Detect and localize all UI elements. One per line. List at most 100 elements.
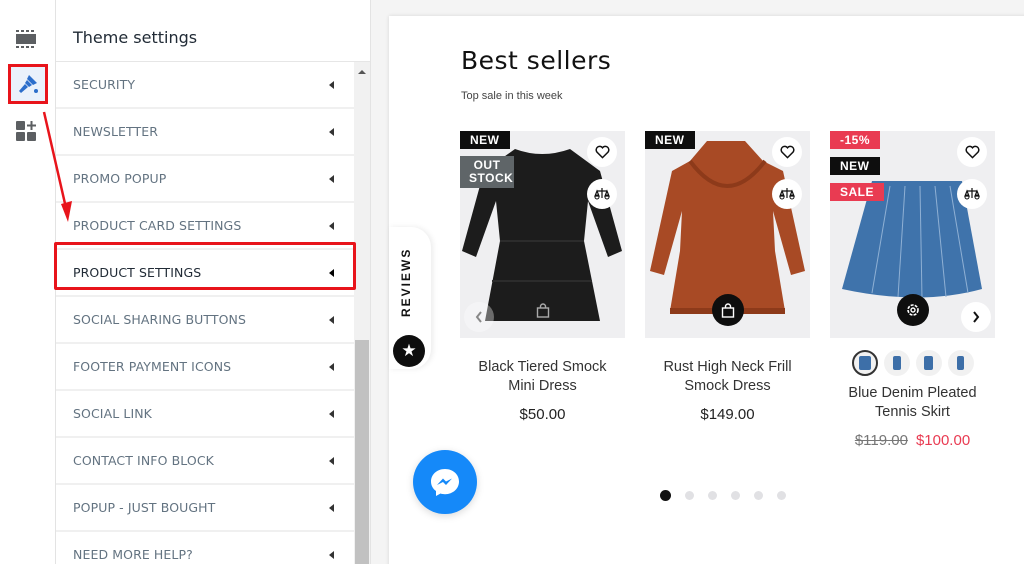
pagination-dot-5[interactable]	[754, 491, 763, 500]
badge-out-stock: OUT STOCK	[460, 156, 514, 188]
carousel-next-button[interactable]	[961, 302, 991, 332]
theme-settings-brush-icon	[19, 75, 38, 93]
product-price: $119.00 $100.00	[830, 432, 995, 449]
settings-item-label: SOCIAL LINK	[73, 406, 152, 421]
swatch-2[interactable]	[883, 350, 910, 376]
settings-item-product-settings[interactable]: PRODUCT SETTINGS	[56, 250, 354, 297]
theme-settings-button[interactable]	[8, 64, 48, 104]
product-card[interactable]: NEW OUT STOCK Black Tiered Smock Mini Dr…	[460, 131, 625, 423]
product-card[interactable]: -15% NEW SALE Blue Denim Pleated Tennis …	[830, 131, 995, 449]
sections-button[interactable]	[11, 24, 41, 54]
caret-left-icon	[329, 550, 334, 559]
settings-item-popup-just-bought[interactable]: POPUP - JUST BOUGHT	[56, 485, 354, 532]
scroll-up-arrow-icon[interactable]	[358, 70, 366, 74]
wishlist-button[interactable]	[772, 137, 802, 167]
section-title: Best sellers	[461, 46, 612, 75]
settings-item-label: PRODUCT CARD SETTINGS	[73, 218, 242, 233]
product-image[interactable]: NEW	[645, 131, 810, 338]
pagination-dot-2[interactable]	[685, 491, 694, 500]
compare-button[interactable]	[957, 179, 987, 209]
settings-item-security[interactable]: SECURITY	[56, 62, 354, 109]
badge-new: NEW	[830, 157, 880, 175]
caret-left-icon	[329, 409, 334, 418]
settings-item-newsletter[interactable]: NEWSLETTER	[56, 109, 354, 156]
caret-left-icon	[329, 80, 334, 89]
heart-icon	[594, 145, 610, 159]
reviews-tab[interactable]: REVIEWS ★	[389, 227, 431, 369]
chevron-right-icon	[973, 311, 980, 323]
settings-item-contact-info-block[interactable]: CONTACT INFO BLOCK	[56, 438, 354, 485]
compare-scale-icon	[964, 188, 980, 200]
badge-out-stock-text: OUT STOCK	[469, 158, 514, 185]
app-embeds-icon	[16, 121, 36, 141]
badge-sale: SALE	[830, 183, 885, 201]
settings-item-label: POPUP - JUST BOUGHT	[73, 500, 216, 515]
bag-icon	[721, 302, 735, 318]
swatch-3[interactable]	[915, 350, 942, 376]
compare-scale-icon	[779, 188, 795, 200]
product-image[interactable]: NEW OUT STOCK	[460, 131, 625, 338]
pagination-dot-3[interactable]	[708, 491, 717, 500]
caret-left-icon	[329, 456, 334, 465]
settings-item-label: SOCIAL SHARING BUTTONS	[73, 312, 247, 327]
sections-icon	[16, 30, 36, 48]
settings-item-product-card-settings[interactable]: PRODUCT CARD SETTINGS	[56, 203, 354, 250]
messenger-icon	[431, 469, 459, 496]
swatch-1[interactable]	[851, 350, 878, 376]
carousel-prev-button[interactable]	[464, 302, 494, 332]
settings-list: SECURITY NEWSLETTER PROMO POPUP PRODUCT …	[56, 62, 354, 564]
product-card[interactable]: NEW Rust High Neck Frill Smock Dress $14…	[645, 131, 810, 423]
settings-item-promo-popup[interactable]: PROMO POPUP	[56, 156, 354, 203]
old-price: $119.00	[854, 432, 908, 449]
settings-item-label: NEWSLETTER	[73, 124, 159, 139]
pagination-dot-1[interactable]	[660, 490, 671, 501]
wishlist-button[interactable]	[957, 137, 987, 167]
select-options-button[interactable]	[897, 294, 929, 326]
settings-item-footer-payment-icons[interactable]: FOOTER PAYMENT ICONS	[56, 344, 354, 391]
caret-left-icon	[329, 174, 334, 183]
storefront-preview: Best sellers Top sale in this week NEW O…	[389, 16, 1024, 564]
badge-new: NEW	[645, 131, 695, 149]
theme-editor: Theme settings SECURITY NEWSLETTER PROMO…	[0, 0, 1024, 564]
product-price: $50.00	[519, 406, 566, 423]
sale-price: $100.00	[915, 432, 971, 449]
bag-icon	[536, 302, 550, 318]
compare-button[interactable]	[587, 179, 617, 209]
product-image[interactable]: -15% NEW SALE	[830, 131, 995, 338]
star-icon: ★	[393, 335, 425, 367]
settings-item-social-sharing-buttons[interactable]: SOCIAL SHARING BUTTONS	[56, 297, 354, 344]
settings-item-label: FOOTER PAYMENT ICONS	[73, 359, 232, 374]
badge-new: NEW	[460, 131, 510, 149]
wishlist-button[interactable]	[587, 137, 617, 167]
settings-item-need-more-help[interactable]: NEED MORE HELP?	[56, 532, 354, 564]
reviews-label: REVIEWS	[399, 247, 413, 317]
product-name[interactable]: Black Tiered Smock Mini Dress	[460, 358, 625, 396]
pagination-dot-6[interactable]	[777, 491, 786, 500]
caret-left-icon	[329, 127, 334, 136]
panel-title: Theme settings	[73, 28, 198, 47]
pagination-dot-4[interactable]	[731, 491, 740, 500]
compare-scale-icon	[594, 188, 610, 200]
app-embeds-button[interactable]	[11, 116, 41, 146]
compare-button[interactable]	[772, 179, 802, 209]
settings-item-social-link[interactable]: SOCIAL LINK	[56, 391, 354, 438]
product-name[interactable]: Blue Denim Pleated Tennis Skirt	[830, 384, 995, 422]
editor-icon-rail	[0, 0, 56, 564]
settings-item-label: CONTACT INFO BLOCK	[73, 453, 214, 468]
settings-item-label: SECURITY	[73, 77, 136, 92]
heart-icon	[779, 145, 795, 159]
settings-item-label: NEED MORE HELP?	[73, 547, 193, 562]
scrollbar-thumb[interactable]	[355, 340, 369, 564]
caret-left-icon	[329, 503, 334, 512]
heart-icon	[964, 145, 980, 159]
product-name[interactable]: Rust High Neck Frill Smock Dress	[645, 358, 810, 396]
messenger-chat-button[interactable]	[413, 450, 477, 514]
add-to-cart-button[interactable]	[712, 294, 744, 326]
gear-icon	[907, 304, 919, 316]
carousel-pagination	[660, 490, 786, 501]
add-to-cart-button[interactable]	[527, 294, 559, 326]
caret-left-icon	[329, 315, 334, 324]
settings-scrollbar[interactable]	[354, 62, 370, 564]
swatch-4[interactable]	[947, 350, 974, 376]
product-price: $149.00	[700, 406, 755, 423]
